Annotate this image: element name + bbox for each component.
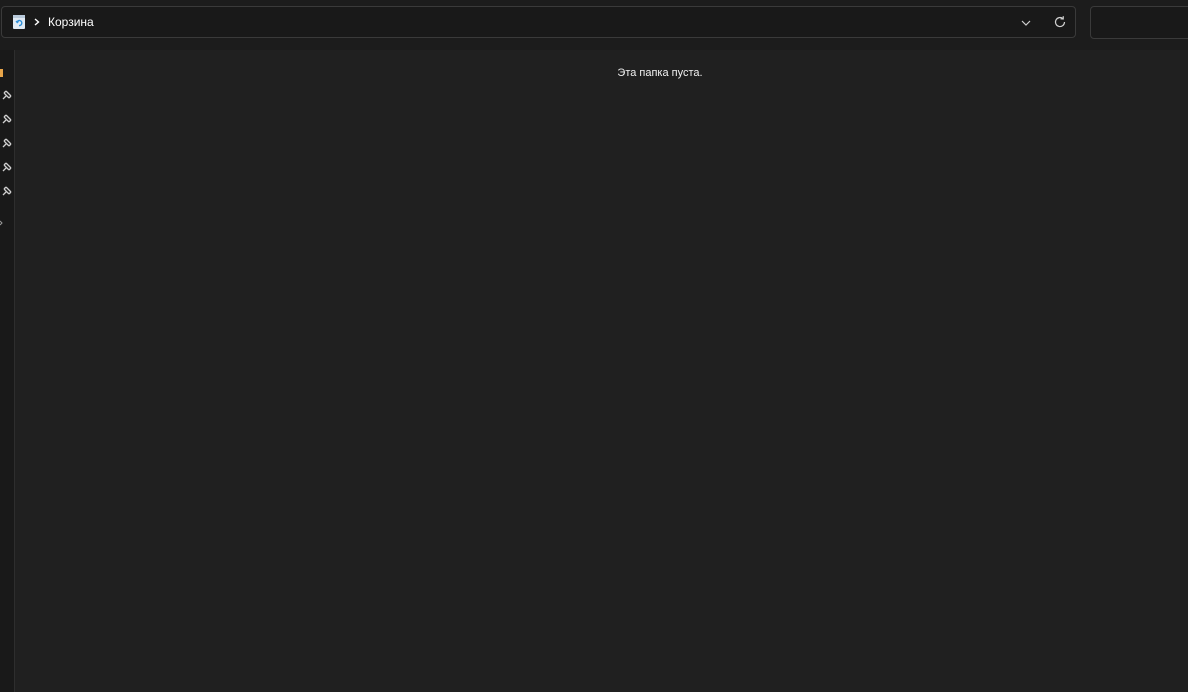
refresh-icon (1054, 16, 1066, 28)
folder-icon[interactable] (0, 66, 12, 80)
search-input[interactable] (1090, 6, 1188, 39)
address-history-button[interactable] (1016, 13, 1036, 33)
address-bar[interactable]: Корзина (1, 6, 1076, 38)
breadcrumb-recycle-bin[interactable]: Корзина (48, 15, 94, 30)
recycle-bin-icon (12, 14, 26, 30)
pin-icon[interactable] (0, 112, 12, 126)
pin-icon[interactable] (0, 88, 12, 102)
chevron-right-icon[interactable] (32, 15, 42, 29)
file-list-area[interactable]: Эта папка пуста. (15, 50, 1188, 692)
pin-icon[interactable] (0, 136, 12, 150)
address-toolbar: Корзина (0, 0, 1188, 50)
empty-folder-message: Эта папка пуста. (617, 67, 703, 79)
chevron-down-icon (1021, 20, 1031, 26)
navigation-pane (0, 50, 14, 692)
refresh-button[interactable] (1050, 12, 1070, 32)
pin-icon[interactable] (0, 184, 12, 198)
expand-chevron-icon[interactable] (0, 216, 12, 230)
pin-icon[interactable] (0, 160, 12, 174)
